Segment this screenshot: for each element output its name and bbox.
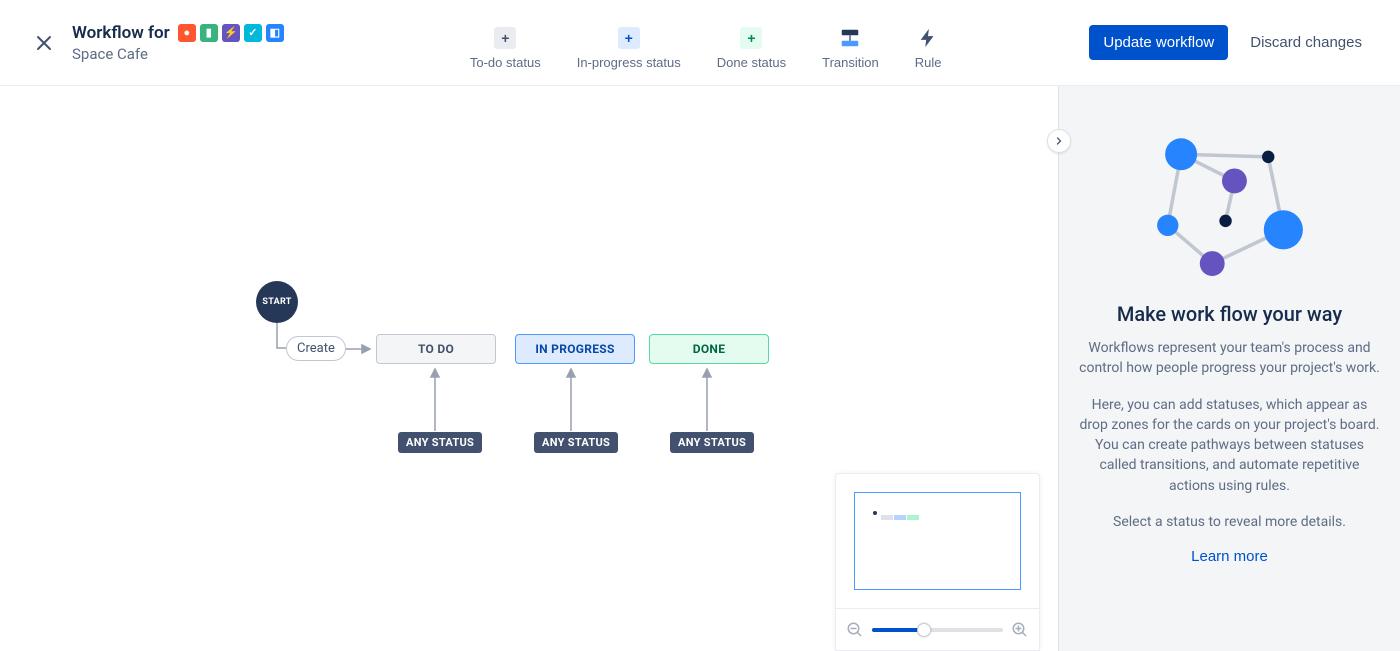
status-inprogress[interactable]: IN PROGRESS — [515, 334, 635, 364]
side-panel: Make work flow your way Workflows repres… — [1058, 86, 1400, 651]
add-done-label: Done status — [717, 55, 786, 70]
any-status-badge[interactable]: ANY STATUS — [398, 432, 482, 453]
add-transition-button[interactable]: Transition — [822, 27, 879, 70]
add-inprogress-label: In-progress status — [577, 55, 681, 70]
panel-paragraph: Here, you can add statuses, which appear… — [1079, 395, 1380, 496]
panel-paragraph: Select a status to reveal more details. — [1113, 512, 1346, 532]
transition-icon — [839, 27, 861, 49]
zoom-out-icon — [846, 621, 864, 639]
zoom-out-button[interactable] — [846, 621, 864, 639]
chevron-right-icon — [1053, 135, 1065, 147]
zoom-in-button[interactable] — [1011, 621, 1029, 639]
issue-type-icons: ●▮⚡✓◧ — [178, 24, 284, 42]
add-rule-button[interactable]: Rule — [915, 27, 942, 70]
title-block: Workflow for ●▮⚡✓◧ Space Cafe — [72, 23, 322, 63]
issue-type-icon: ◧ — [266, 24, 284, 42]
issue-type-icon: ▮ — [200, 24, 218, 42]
minimap-statuses — [881, 515, 919, 520]
zoom-controls — [836, 608, 1039, 650]
status-done[interactable]: DONE — [649, 334, 769, 364]
status-todo[interactable]: TO DO — [376, 334, 496, 364]
workflow-canvas[interactable]: START Create TO DO IN PROGRESS DONE ANY … — [0, 86, 1058, 651]
zoom-slider[interactable] — [872, 628, 1003, 632]
toolbar: + To-do status + In-progress status + Do… — [322, 15, 1089, 70]
create-transition[interactable]: Create — [286, 336, 346, 361]
header-actions: Update workflow Discard changes — [1089, 25, 1368, 60]
any-status-badge[interactable]: ANY STATUS — [534, 432, 618, 453]
learn-more-link[interactable]: Learn more — [1191, 548, 1268, 565]
close-icon — [32, 31, 56, 55]
minimap — [835, 473, 1040, 651]
page-title-prefix: Workflow for — [72, 23, 170, 43]
close-button[interactable] — [20, 19, 68, 67]
issue-type-icon: ● — [178, 24, 196, 42]
add-transition-label: Transition — [822, 55, 879, 70]
plus-icon: + — [740, 27, 762, 49]
add-inprogress-status-button[interactable]: + In-progress status — [577, 27, 681, 70]
zoom-in-icon — [1011, 621, 1029, 639]
plus-icon: + — [618, 27, 640, 49]
discard-changes-button[interactable]: Discard changes — [1244, 25, 1368, 60]
issue-type-icon: ⚡ — [222, 24, 240, 42]
zoom-slider-thumb[interactable] — [917, 623, 931, 637]
add-rule-label: Rule — [915, 55, 942, 70]
bolt-icon — [917, 27, 939, 49]
project-name: Space Cafe — [72, 45, 322, 63]
header-bar: Workflow for ●▮⚡✓◧ Space Cafe + To-do st… — [0, 0, 1400, 86]
minimap-viewport[interactable] — [854, 492, 1021, 590]
plus-icon: + — [494, 27, 516, 49]
add-done-status-button[interactable]: + Done status — [717, 27, 786, 70]
main: START Create TO DO IN PROGRESS DONE ANY … — [0, 86, 1400, 651]
add-todo-status-button[interactable]: + To-do status — [470, 27, 541, 70]
add-todo-label: To-do status — [470, 55, 541, 70]
panel-paragraph: Workflows represent your team's process … — [1079, 338, 1380, 379]
start-node[interactable]: START — [256, 281, 298, 323]
panel-title: Make work flow your way — [1117, 302, 1342, 326]
update-workflow-button[interactable]: Update workflow — [1089, 25, 1228, 60]
issue-type-icon: ✓ — [244, 24, 262, 42]
workflow-illustration-icon — [1140, 132, 1320, 292]
minimap-start-dot — [873, 511, 877, 515]
any-status-badge[interactable]: ANY STATUS — [670, 432, 754, 453]
panel-collapse-button[interactable] — [1047, 129, 1071, 153]
